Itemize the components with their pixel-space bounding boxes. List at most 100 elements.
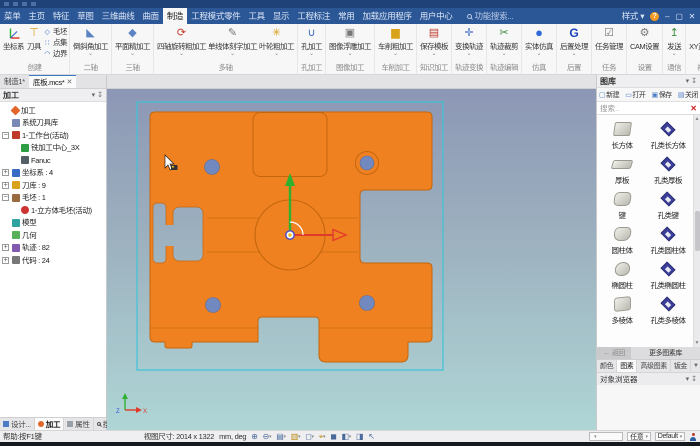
chevron-down-icon[interactable]: ⌄ (393, 52, 398, 57)
tree-item[interactable]: +代码 : 24 (2, 254, 106, 267)
library-item[interactable]: 孔类长方体 (645, 119, 691, 151)
chevron-down-icon[interactable]: ▾ (92, 91, 96, 99)
transform-toolpath-button[interactable]: ✛ 变换轨迹 ⌄ (454, 25, 484, 57)
chevron-down-icon[interactable]: ⌄ (536, 52, 541, 57)
tab-annotation[interactable]: 工程标注 (293, 8, 334, 24)
4axis-rotary-roughing-button[interactable]: ⟳ 四轴旋转粗加工 ⌄ (156, 25, 207, 57)
tree-item[interactable]: 1-立方体毛坯(活动) (2, 204, 106, 217)
scroll-down-icon[interactable]: ▼ (695, 340, 700, 346)
half-shade-icon[interactable]: ◧▾ (342, 432, 351, 441)
function-search-input[interactable]: 功能搜索... (467, 8, 514, 24)
chevron-down-icon[interactable]: ⌄ (431, 52, 436, 57)
tree-item[interactable]: 加工 (2, 104, 106, 117)
library-item[interactable]: 孔类圆柱体 (645, 224, 691, 256)
library-item[interactable]: 厚板 (599, 154, 645, 186)
library-item[interactable]: 孔类厚板 (645, 154, 691, 186)
expand-icon[interactable]: + (2, 169, 9, 176)
tab-design-tree[interactable]: 设计... (0, 418, 35, 430)
tab-primitives[interactable]: 图素 (617, 360, 637, 372)
restore-icon[interactable]: ▢ (675, 12, 682, 21)
collapse-icon[interactable]: − (2, 132, 9, 139)
tab-manufacturing[interactable]: 制造 (163, 8, 187, 24)
quick-access-icon[interactable] (4, 2, 9, 6)
library-item[interactable]: 键 (599, 189, 645, 221)
quick-access-icon[interactable] (31, 2, 36, 6)
snap-target-icon[interactable]: ⌖▾ (319, 432, 325, 442)
part-hole[interactable] (360, 296, 375, 311)
expand-icon[interactable]: + (2, 257, 9, 264)
expand-icon[interactable]: + (2, 244, 9, 251)
open-button[interactable]: ▭打开 (625, 90, 645, 100)
clear-search-icon[interactable]: ✕ (690, 104, 697, 113)
pin-icon[interactable]: ↧ (691, 375, 697, 383)
impeller-roughing-button[interactable]: ✳ 叶轮粗加工 ⌄ (258, 25, 295, 57)
scrollbar[interactable]: ▲ ▼ (693, 115, 700, 347)
tab-load-apps[interactable]: 加载应用程序 (358, 8, 415, 24)
tab-tools[interactable]: 工具 (244, 8, 268, 24)
tab-sheetmetal[interactable]: 钣金 (671, 360, 691, 372)
clipboard-icon[interactable]: ▤▾ (276, 432, 285, 441)
tree-item[interactable]: 模型 (2, 217, 106, 230)
library-item[interactable]: 多棱体 (599, 294, 645, 326)
planar-finishing-button[interactable]: ◆ 平面精加工 ⌄ (114, 25, 151, 57)
style-default-dropdown[interactable]: Default▾ (655, 432, 685, 441)
boundary-mini-button[interactable]: ◠边界 (43, 48, 67, 59)
wireframe-box-icon[interactable]: ◻▾ (305, 432, 314, 441)
zoom-in-icon[interactable]: ⊕ (251, 432, 257, 441)
chevron-down-icon[interactable]: ▾ (686, 77, 690, 85)
pointset-mini-button[interactable]: ∷点集 (43, 37, 67, 48)
tab-feature[interactable]: 特征 (49, 8, 73, 24)
cam-settings-button[interactable]: ⚙ CAM设置 (629, 25, 660, 52)
tool-button[interactable]: ⊤ 刀具 (25, 25, 43, 52)
graphics-viewport[interactable]: Z X (107, 89, 596, 430)
chevron-down-icon[interactable]: ⌄ (179, 52, 184, 57)
tree-item[interactable]: −毛坯 : 1 (2, 192, 106, 205)
trim-toolpath-button[interactable]: ✂ 轨迹裁剪 ⌄ (489, 25, 519, 57)
library-item[interactable]: 长方体 (599, 119, 645, 151)
chevron-down-icon[interactable]: ▾ (686, 375, 690, 383)
part-hole[interactable] (205, 160, 220, 175)
more-library-button[interactable]: 更多图素库 (631, 347, 700, 359)
tab-cam-tree[interactable]: 加工 (35, 418, 64, 430)
half-shade-right-icon[interactable]: ◨ (356, 432, 363, 441)
hole-machining-button[interactable]: ∪ 孔加工 ⌄ (300, 25, 323, 57)
tree-item[interactable]: 铣加工中心_3X (2, 142, 106, 155)
solid-simulation-button[interactable]: ● 实体仿真 ⌄ (524, 25, 554, 57)
tab-menu[interactable]: 菜单 (0, 8, 24, 24)
pin-icon[interactable]: ↧ (97, 91, 103, 99)
chevron-down-icon[interactable]: ▼ (691, 360, 700, 372)
tree-item[interactable]: −1-工作台(活动) (2, 129, 106, 142)
library-item[interactable]: 孔类椭圆柱 (645, 259, 691, 291)
user-icon[interactable] (689, 433, 697, 441)
style-dropdown[interactable]: 样式 ▾ (622, 10, 644, 22)
scroll-thumb[interactable] (695, 211, 700, 251)
close-tab-icon[interactable]: ✕ (67, 78, 73, 86)
part-hole[interactable] (206, 298, 221, 313)
doc-tab-baseplate[interactable]: 底板.mcs* ✕ (29, 75, 76, 88)
chevron-down-icon[interactable]: ⌄ (347, 52, 352, 57)
tab-properties[interactable]: 属性 (64, 418, 93, 430)
tab-advanced-primitives[interactable]: 高级图素 (637, 360, 670, 372)
help-icon[interactable]: ? (650, 12, 659, 21)
wireframe-engraving-button[interactable]: ✎ 单线体刻字加工 ⌄ (207, 25, 258, 57)
send-button[interactable]: ↥ 发送 ⌄ (665, 25, 683, 57)
chevron-down-icon[interactable]: ⌄ (466, 52, 471, 57)
tab-engineering-part[interactable]: 工程模式零件 (187, 8, 244, 24)
tree-item[interactable]: +坐标系 : 4 (2, 167, 106, 180)
library-item[interactable]: 孔类键 (645, 189, 691, 221)
post-processing-button[interactable]: G 后置处理 ⌄ (559, 25, 589, 57)
tab-common[interactable]: 常用 (334, 8, 358, 24)
chevron-down-icon[interactable]: ⌄ (88, 52, 93, 57)
part-hole[interactable] (360, 156, 374, 170)
scroll-up-icon[interactable]: ▲ (695, 116, 700, 122)
library-search-input[interactable]: 搜索.. ✕ (597, 102, 700, 115)
tab-user-center[interactable]: 用户中心 (416, 8, 457, 24)
chevron-down-icon[interactable]: ⌄ (672, 52, 677, 57)
tree-item[interactable]: Fanuc (2, 154, 106, 167)
object-browser-header[interactable]: 对象浏览器 ▾ ↧ (597, 372, 700, 385)
back-button[interactable]: ←返回 (597, 347, 631, 359)
tree-item[interactable]: 系统刀具库 (2, 117, 106, 130)
tree-item[interactable]: +刀库 : 9 (2, 179, 106, 192)
quick-access-icon[interactable] (13, 2, 18, 6)
tab-display[interactable]: 显示 (269, 8, 293, 24)
